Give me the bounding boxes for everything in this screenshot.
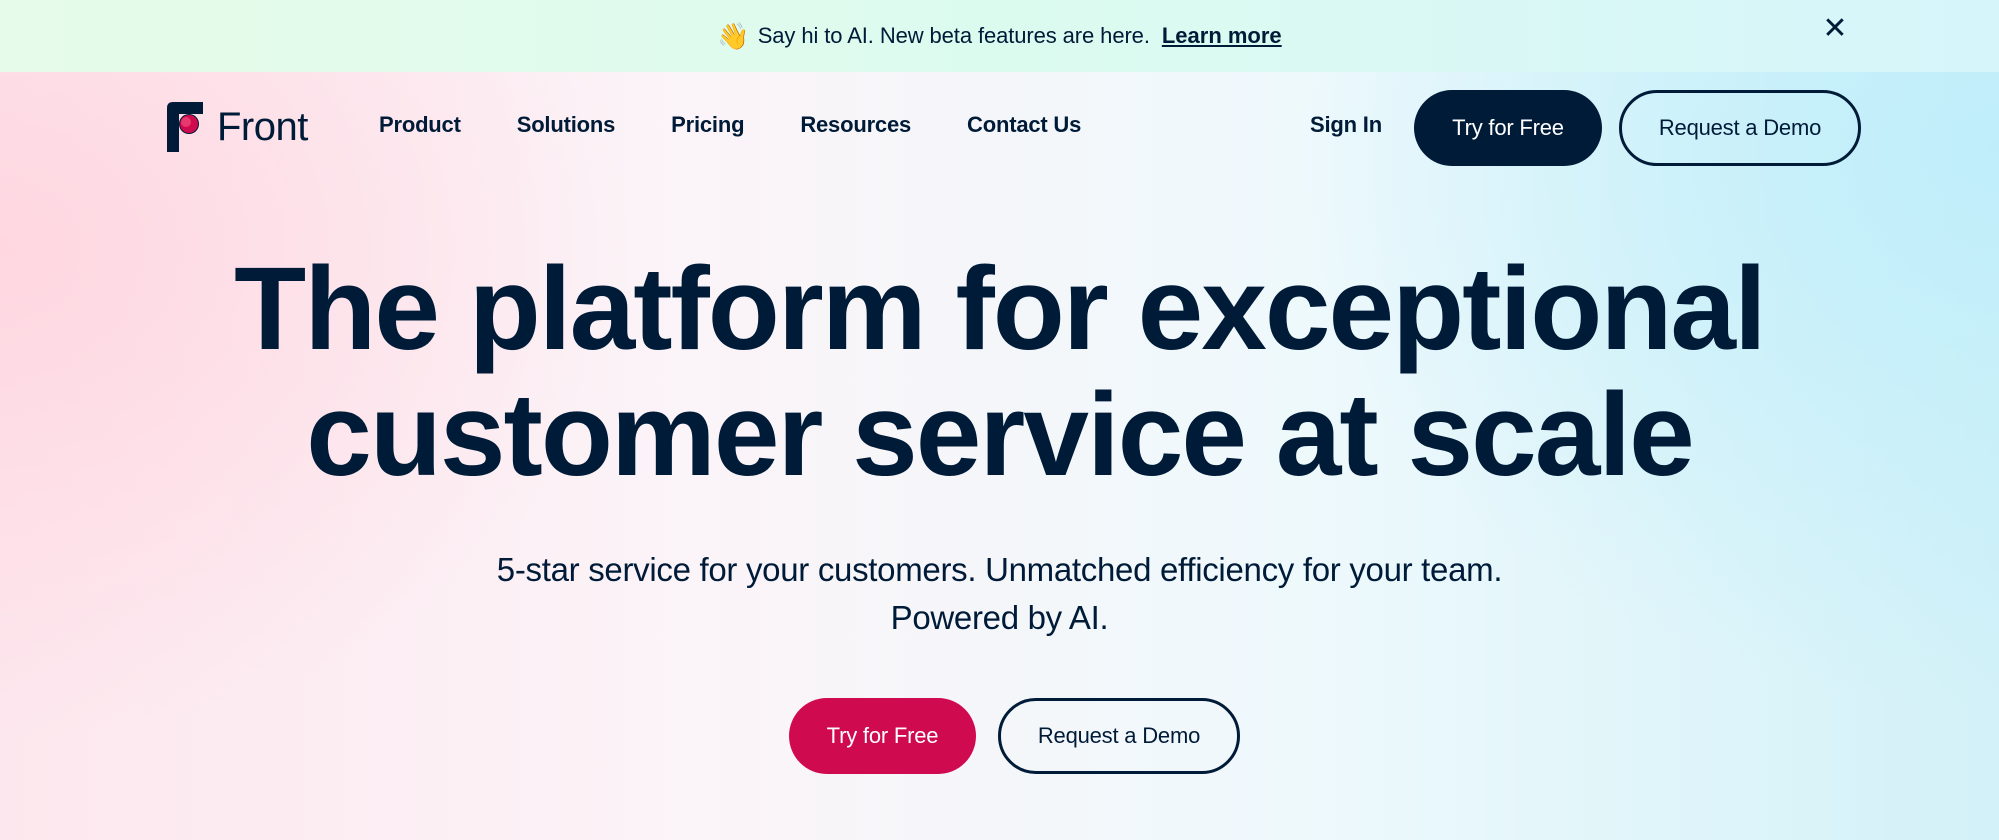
nav-item-product[interactable]: Product bbox=[379, 112, 461, 138]
nav-item-contact-us[interactable]: Contact Us bbox=[967, 112, 1081, 138]
header-try-for-free-button[interactable]: Try for Free bbox=[1414, 90, 1602, 166]
announcement-banner: 👋 Say hi to AI. New beta features are he… bbox=[0, 0, 1999, 72]
nav-item-pricing[interactable]: Pricing bbox=[671, 112, 744, 138]
header-request-demo-button[interactable]: Request a Demo bbox=[1619, 90, 1861, 166]
nav-item-solutions[interactable]: Solutions bbox=[517, 112, 616, 138]
waving-hand-icon: 👋 bbox=[717, 20, 750, 51]
banner-message: Say hi to AI. New beta features are here… bbox=[757, 23, 1150, 48]
hero-title: The platform for exceptional customer se… bbox=[0, 246, 1999, 498]
main-nav: Product Solutions Pricing Resources Cont… bbox=[379, 112, 1081, 138]
hero-subtitle-line-2: Powered by AI. bbox=[890, 599, 1109, 636]
sign-in-link[interactable]: Sign In bbox=[1310, 112, 1382, 138]
hero-request-demo-button[interactable]: Request a Demo bbox=[998, 698, 1240, 774]
learn-more-link[interactable]: Learn more bbox=[1162, 23, 1282, 49]
logo-wordmark: Front bbox=[217, 104, 308, 149]
close-icon[interactable]: ✕ bbox=[1822, 14, 1848, 44]
front-logo[interactable]: Front bbox=[167, 102, 308, 152]
nav-item-resources[interactable]: Resources bbox=[800, 112, 911, 138]
hero-subtitle-line-1: 5-star service for your customers. Unmat… bbox=[496, 551, 1503, 588]
front-logo-icon bbox=[167, 102, 203, 152]
site-header: Front Product Solutions Pricing Resource… bbox=[0, 72, 1999, 184]
hero-subtitle: 5-star service for your customers. Unmat… bbox=[0, 546, 1999, 642]
hero-title-line-2: customer service at scale bbox=[306, 369, 1695, 501]
hero-try-for-free-button[interactable]: Try for Free bbox=[789, 698, 976, 774]
hero-title-line-1: The platform for exceptional bbox=[234, 243, 1767, 375]
